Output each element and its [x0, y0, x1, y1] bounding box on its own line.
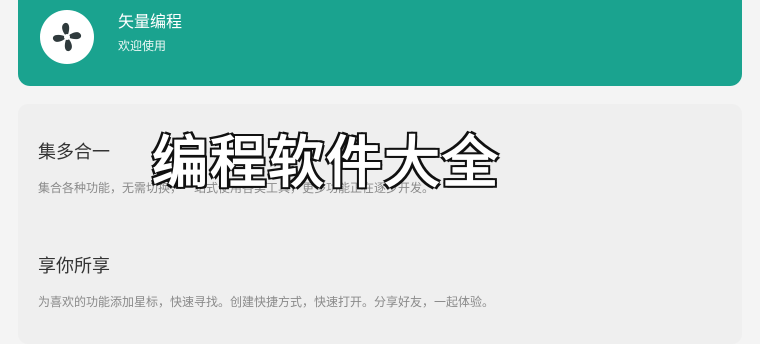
section-title-enjoy: 享你所享 [38, 256, 110, 277]
fan-icon [52, 22, 82, 52]
overlay-caption: 编程软件大全 [152, 131, 500, 196]
app-logo[interactable] [40, 10, 94, 64]
app-subtitle: 欢迎使用 [118, 39, 167, 53]
app-title: 矢量编程 [118, 12, 183, 31]
section-desc-enjoy: 为喜欢的功能添加星标，快速寻找。创建快捷方式，快速打开。分享好友，一起体验。 [38, 295, 495, 309]
section-title-all-in-one: 集多合一 [38, 142, 110, 163]
app-header: 矢量编程 欢迎使用 [18, 0, 742, 86]
